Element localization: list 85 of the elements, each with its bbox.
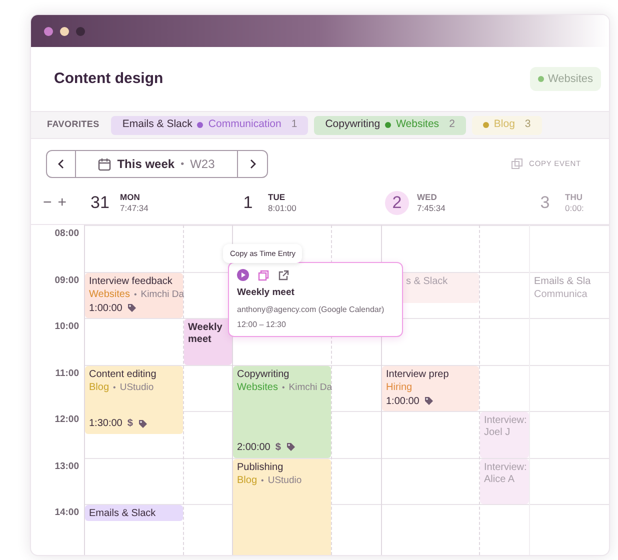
chip-label: Websites [548,72,593,87]
event-block[interactable]: Emails & Slack [85,505,183,522]
day-number[interactable]: 31 [88,191,112,215]
separator-dot: • [113,382,116,394]
event-title: Weekly meet [188,322,224,346]
event-block[interactable]: Copywriting Websites • Kimchi Da 2:00:00 $ [233,366,331,458]
event-client: Kimchi Da [140,288,184,300]
time-label: 08:00 [54,227,79,241]
week-number: W23 [190,156,215,173]
weekday-label: WED [417,192,438,203]
time-label: 14:00 [54,506,79,520]
event-title: Interview feedback [89,276,174,288]
dollar-icon: $ [127,416,133,432]
event-block[interactable]: Content editing Blog • UStudio 1:30:00 $ [85,366,183,434]
popup-time: 12:00 – 12:30 [237,319,287,332]
event-project: Communica [534,288,588,300]
favorite-chip[interactable]: Copywriting Websites 2 [314,116,466,134]
week-picker-button[interactable]: This week • W23 [76,151,238,177]
copy-icon[interactable] [511,158,524,170]
event-block[interactable]: Publishing Blog • UStudio [233,458,331,555]
event-title: Emails & Sla [534,276,592,288]
dollar-icon: $ [275,440,281,454]
popup-source: anthony@agency.com (Google Calendar) [237,304,386,316]
event-title: s & Slack [406,276,449,288]
event-project: Blog [89,380,110,394]
zoom-out-button[interactable]: − [43,195,52,210]
day-total: 7:47:34 [120,203,148,214]
chip-title: Copywriting [325,117,380,132]
event-block[interactable]: Weekly meet [184,319,232,364]
event-duration: 1:00:00 [89,302,122,316]
day-number[interactable]: 2 [385,191,409,215]
popup-title: Weekly meet [237,286,296,300]
event-title: Publishing [237,462,284,474]
chevron-right-icon [250,159,256,169]
event-client: UStudio [268,474,302,486]
time-label: 10:00 [54,320,79,334]
chip-title: Emails & Slack [122,117,192,132]
event-block[interactable]: Interview feedback Websites • Kimchi Da 1:00:00 [85,272,183,318]
project-name: Communication [208,117,282,132]
event-project: Blog [237,474,258,486]
event-title: Copywriting [237,368,290,380]
time-label: 13:00 [54,460,79,474]
calendar-icon [98,158,112,170]
event-title: Content editing [89,368,158,380]
event-project: Websites [237,380,278,394]
zoom-in-button[interactable]: + [58,195,67,210]
chip-count: 3 [524,117,531,132]
favorite-chip[interactable]: Emails & Slack Communication 1 [111,116,308,134]
project-name: Blog [494,117,515,132]
page-title: Content design [54,68,164,89]
external-link-icon[interactable] [278,270,289,280]
event-client: Kimchi Da [288,380,332,394]
day-number[interactable]: 1 [236,191,260,215]
week-label: This week [117,156,175,173]
project-name: Websites [396,117,440,132]
event-title: Interview: Alice A [484,462,525,486]
day-total: 0:00: [565,203,584,214]
separator-dot: • [180,158,184,172]
event-title: Interview: Joel J [484,415,525,439]
event-project: Hiring [386,380,412,394]
weekday-label: THU [565,192,584,203]
play-button-icon[interactable] [237,269,249,281]
event-client: UStudio [120,380,154,394]
time-label: 11:00 [55,366,79,380]
copy-icon[interactable] [258,270,269,280]
event-duration: 1:00:00 [386,394,420,408]
separator-dot: • [261,474,264,486]
separator-dot: • [282,382,285,394]
day-total: 8:01:00 [268,203,296,214]
weekday-label: MON [120,192,141,203]
chip-count: 1 [291,117,298,132]
time-label: 09:00 [54,274,79,288]
event-title: Interview prep [386,368,450,380]
event-project: Websites [89,288,130,300]
event-duration: 1:30:00 [89,417,122,432]
favorites-label: FAVORITES [47,118,100,132]
event-title: Emails & Slack [89,508,157,520]
chip-count: 2 [449,117,455,132]
time-label: 12:00 [54,413,79,427]
separator-dot: • [134,288,137,300]
chevron-left-icon [58,159,64,169]
weekday-label: TUE [268,192,286,203]
day-total: 7:45:34 [417,203,446,214]
event-block[interactable]: Interview prep Hiring 1:00:00 [382,366,479,411]
event-duration: 2:00:00 [237,440,270,454]
